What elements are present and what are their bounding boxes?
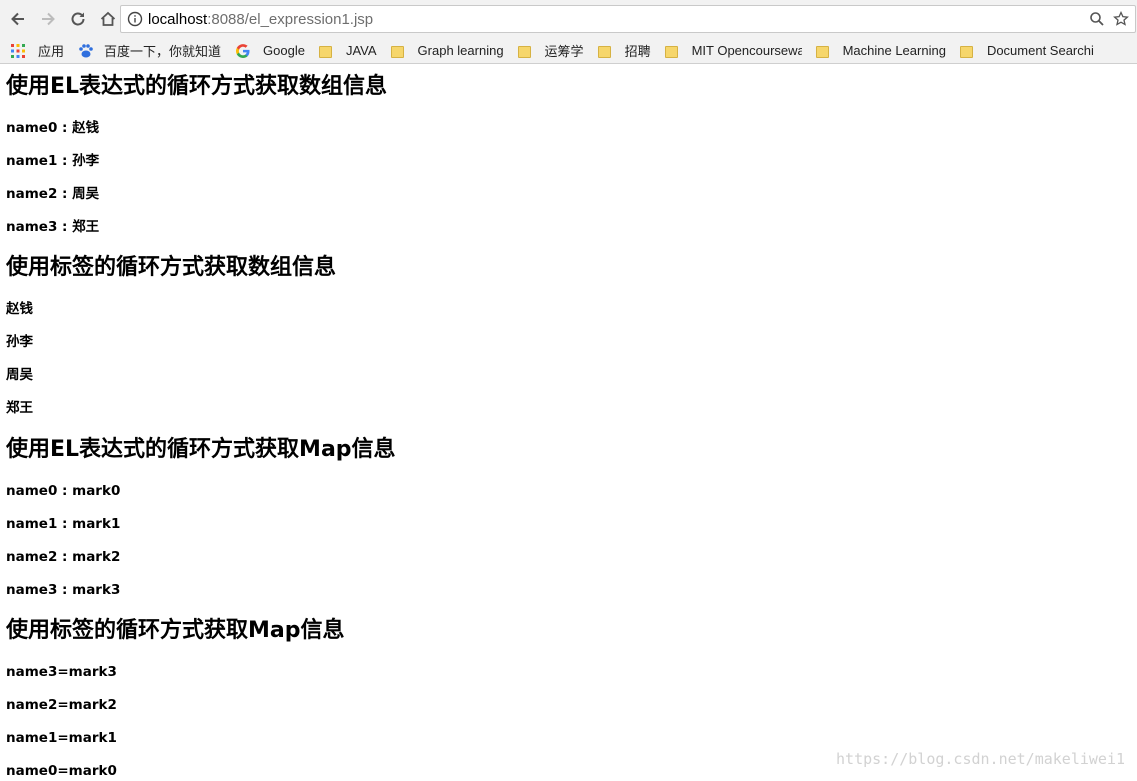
bookmark-java[interactable]: JAVA [318, 40, 377, 62]
array-item: name0 : 赵钱 [6, 120, 100, 136]
bookmarks-bar: 应用 百度一下，你就知道 Google JAVA Graph learning … [0, 38, 1137, 64]
array-item: 赵钱 [6, 301, 33, 317]
back-button[interactable] [4, 5, 32, 33]
folder-icon [959, 45, 973, 58]
map-item: name2 : mark2 [6, 549, 121, 565]
bookmark-star-button[interactable] [1111, 9, 1131, 29]
arrow-left-icon [11, 12, 24, 26]
folder-icon [318, 45, 332, 58]
bookmark-apps[interactable]: 应用 [10, 40, 64, 62]
array-item: 郑王 [6, 400, 33, 416]
address-bar[interactable]: localhost:8088/el_expression1.jsp [120, 5, 1136, 33]
folder-icon [597, 45, 611, 58]
folder-icon [390, 45, 404, 58]
apps-grid-icon [11, 43, 25, 58]
section-heading-el-map: 使用EL表达式的循环方式获取Map信息 [6, 437, 396, 462]
forward-button[interactable] [34, 5, 62, 33]
star-icon [1113, 11, 1129, 26]
map-item: name2=mark2 [6, 697, 117, 713]
url-text[interactable]: localhost:8088/el_expression1.jsp [148, 11, 373, 28]
home-icon [100, 11, 116, 26]
bookmark-document-searching[interactable]: Document Searchi [959, 40, 1094, 62]
map-item: name3=mark3 [6, 664, 117, 680]
map-item: name1 : mark1 [6, 516, 121, 532]
google-g-icon [236, 43, 250, 58]
folder-icon [664, 45, 678, 58]
section-heading-tag-array: 使用标签的循环方式获取数组信息 [6, 255, 337, 280]
bookmark-google[interactable]: Google [235, 40, 305, 62]
map-item: name0 : mark0 [6, 483, 121, 499]
reload-icon [71, 12, 85, 26]
map-item: name3 : mark3 [6, 582, 121, 598]
folder-icon [815, 45, 829, 58]
magnifier-icon [1090, 12, 1104, 26]
bookmark-graph-learning[interactable]: Graph learning [390, 40, 504, 62]
bookmark-jobs[interactable]: 招聘 [597, 40, 651, 62]
bookmark-baidu[interactable]: 百度一下，你就知道 [78, 40, 221, 62]
array-item: 孙李 [6, 334, 33, 350]
watermark-text: https://blog.csdn.net/makeliwei1 [836, 750, 1125, 768]
array-item: name2 : 周吴 [6, 186, 100, 202]
bookmark-mit-ocw[interactable]: MIT Opencoursewa [664, 40, 802, 62]
baidu-paw-icon [79, 43, 93, 57]
bookmark-machine-learning[interactable]: Machine Learning [815, 40, 946, 62]
home-button[interactable] [94, 5, 122, 33]
zoom-button[interactable] [1087, 9, 1107, 29]
reload-button[interactable] [64, 5, 92, 33]
bookmark-operations-research[interactable]: 运筹学 [517, 40, 584, 62]
info-icon[interactable] [127, 11, 143, 27]
section-heading-el-array: 使用EL表达式的循环方式获取数组信息 [6, 74, 388, 99]
array-item: name1 : 孙李 [6, 153, 100, 169]
section-heading-tag-map: 使用标签的循环方式获取Map信息 [6, 618, 345, 643]
array-item: 周吴 [6, 367, 33, 383]
folder-icon [517, 45, 531, 58]
map-item: name0=mark0 [6, 763, 117, 779]
browser-toolbar: localhost:8088/el_expression1.jsp [0, 0, 1137, 38]
arrow-right-icon [42, 12, 55, 26]
map-item: name1=mark1 [6, 730, 117, 746]
array-item: name3 : 郑王 [6, 219, 100, 235]
